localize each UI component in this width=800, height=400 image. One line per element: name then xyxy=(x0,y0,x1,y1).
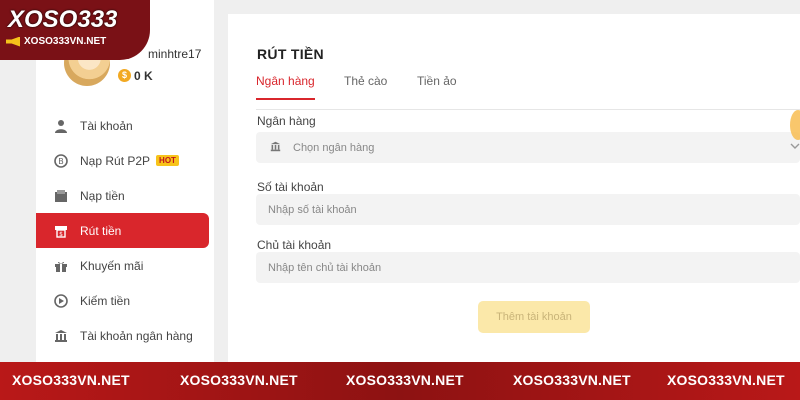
earn-icon xyxy=(54,293,68,308)
hot-badge: HOT xyxy=(156,155,179,166)
account-number-input[interactable]: Nhập số tài khoản xyxy=(256,194,800,225)
sidebar-item-deposit[interactable]: Nạp tiền xyxy=(36,178,214,213)
footer-banner: XOSO333VN.NET XOSO333VN.NET XOSO333VN.NE… xyxy=(0,362,800,400)
sidebar-item-withdraw[interactable]: $ Rút tiền xyxy=(36,213,209,248)
tab-crypto[interactable]: Tiền ảo xyxy=(417,74,457,98)
sidebar-menu: Tài khoản B Nạp Rút P2P HOT Nạp tiền $ R… xyxy=(36,108,214,353)
coin-icon: $ xyxy=(118,69,131,82)
page-title: RÚT TIỀN xyxy=(257,46,324,62)
sidebar-item-label: Nạp tiền xyxy=(80,188,125,203)
sidebar-item-label: Kiếm tiền xyxy=(80,293,131,308)
bank-select-placeholder: Chọn ngân hàng xyxy=(293,141,375,154)
logo-subtext: XOSO333VN.NET xyxy=(6,36,106,47)
sidebar-item-label: Tài khoản ngân hàng xyxy=(80,328,193,343)
gift-icon xyxy=(54,259,68,273)
account-holder-label: Chủ tài khoản xyxy=(257,238,332,252)
username: minhtre17 xyxy=(148,47,202,61)
withdraw-icon: $ xyxy=(54,224,68,238)
sidebar-item-p2p[interactable]: B Nạp Rút P2P HOT xyxy=(36,143,214,178)
svg-text:B: B xyxy=(58,157,64,166)
sidebar-item-bank-account[interactable]: Tài khoản ngân hàng xyxy=(36,318,214,353)
sidebar-item-promotion[interactable]: Khuyến mãi xyxy=(36,248,214,283)
logo-domain: XOSO333VN.NET xyxy=(24,36,107,47)
sidebar-item-label: Khuyến mãi xyxy=(80,258,144,273)
svg-text:$: $ xyxy=(59,231,63,238)
bank-icon xyxy=(54,329,68,343)
brand-logo[interactable]: XOSO333 XOSO333VN.NET xyxy=(0,0,150,60)
floating-badge[interactable] xyxy=(790,110,800,140)
deposit-icon xyxy=(54,189,68,203)
sidebar-item-earn[interactable]: Kiếm tiền xyxy=(36,283,214,318)
bank-icon xyxy=(270,141,281,155)
tab-scratch-card[interactable]: Thẻ cào xyxy=(344,74,387,98)
bank-label: Ngân hàng xyxy=(257,114,316,128)
logo-text: XOSO333 xyxy=(8,6,118,33)
bank-select[interactable]: Chọn ngân hàng xyxy=(256,132,800,163)
megaphone-icon xyxy=(6,36,20,47)
withdraw-tabs: Ngân hàng Thẻ cào Tiền ảo xyxy=(256,74,800,110)
add-account-button[interactable]: Thêm tài khoản xyxy=(478,301,590,333)
account-number-label: Số tài khoản xyxy=(257,180,324,194)
p2p-coin-icon: B xyxy=(54,153,68,168)
footer-domain: XOSO333VN.NET xyxy=(513,372,631,388)
sidebar-item-account[interactable]: Tài khoản xyxy=(36,108,214,143)
balance: 0 K xyxy=(134,69,153,83)
footer-domain: XOSO333VN.NET xyxy=(667,372,785,388)
chevron-down-icon[interactable] xyxy=(790,141,800,154)
account-holder-input[interactable]: Nhập tên chủ tài khoản xyxy=(256,252,800,283)
footer-domain: XOSO333VN.NET xyxy=(346,372,464,388)
sidebar-item-label: Nạp Rút P2P xyxy=(80,153,151,168)
user-icon xyxy=(54,119,68,133)
footer-domain: XOSO333VN.NET xyxy=(12,372,130,388)
withdraw-panel: RÚT TIỀN Ngân hàng Thẻ cào Tiền ảo Ngân … xyxy=(228,14,800,362)
footer-domain: XOSO333VN.NET xyxy=(180,372,298,388)
tab-bank[interactable]: Ngân hàng xyxy=(256,74,315,100)
sidebar-item-label: Tài khoản xyxy=(80,118,133,133)
sidebar-item-label: Rút tiền xyxy=(80,223,122,238)
